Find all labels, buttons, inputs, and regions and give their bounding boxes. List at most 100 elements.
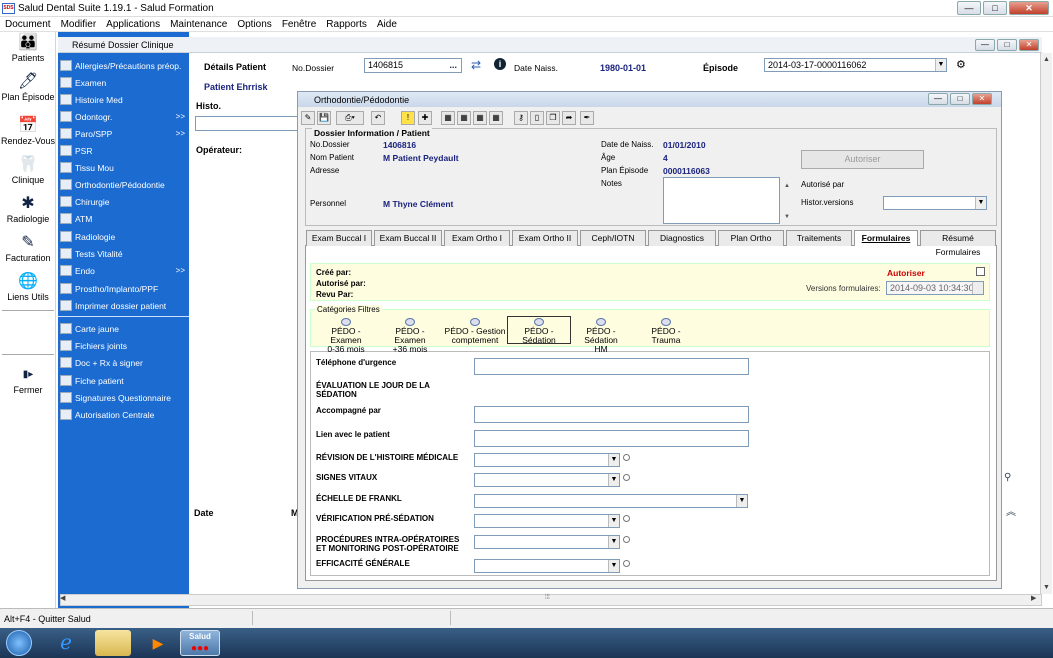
- start-button-icon[interactable]: [6, 630, 32, 656]
- clinical-menu-item[interactable]: Imprimer dossier patient: [58, 297, 189, 314]
- clinical-menu-item[interactable]: Odontogr. >>: [58, 108, 189, 125]
- form-select[interactable]: ▼: [474, 535, 620, 549]
- filter-item[interactable]: PÉDO - Gestion comptement: [444, 318, 506, 345]
- edit-icon[interactable]: ✎: [301, 111, 315, 125]
- menu-6[interactable]: Rapports: [321, 19, 372, 30]
- clinical-menu-item[interactable]: Signatures Questionnaire: [58, 389, 189, 406]
- clinical-menu-item[interactable]: Radiologie: [58, 228, 189, 245]
- print-icon[interactable]: ⎙▾: [336, 111, 364, 125]
- dialog-maximize-button[interactable]: □: [950, 93, 970, 105]
- refresh-icon[interactable]: ⇄: [471, 58, 481, 72]
- save-icon[interactable]: 💾: [317, 111, 331, 125]
- menu-0[interactable]: Document: [0, 19, 56, 30]
- nav-facturation[interactable]: ✎ Facturation: [0, 234, 56, 263]
- undo-icon[interactable]: ↶: [371, 111, 385, 125]
- form-radio[interactable]: [623, 454, 630, 461]
- form-text-input[interactable]: [474, 358, 749, 375]
- tab-exam-ortho-i[interactable]: Exam Ortho I: [444, 230, 510, 246]
- clinical-menu-item[interactable]: Allergies/Précautions préop.: [58, 57, 189, 74]
- clinical-menu-item[interactable]: Prostho/Implanto/PPF: [58, 280, 189, 297]
- scroll-right-icon[interactable]: ▶: [1031, 594, 1036, 602]
- folder-icon[interactable]: [95, 630, 131, 656]
- tab-plan-ortho[interactable]: Plan Ortho: [718, 230, 784, 246]
- scroll-down-icon[interactable]: ▼: [1043, 584, 1050, 591]
- nodossier-input[interactable]: 1406815...: [364, 58, 462, 73]
- notes-textarea[interactable]: [663, 177, 780, 224]
- nav-plan-episode[interactable]: 🖊 Plan Épisode: [0, 73, 56, 102]
- form-radio[interactable]: [623, 536, 630, 543]
- tab-traitements[interactable]: Traitements: [786, 230, 852, 246]
- collapse-icon[interactable]: ︽: [1006, 503, 1016, 518]
- clinical-menu-item[interactable]: Tests Vitalité: [58, 245, 189, 262]
- grid3-icon[interactable]: ▦: [473, 111, 487, 125]
- form-text-input[interactable]: [474, 430, 749, 447]
- clinical-menu-item[interactable]: Paro/SPP >>: [58, 125, 189, 142]
- scroll-up-icon[interactable]: ▲: [1043, 56, 1050, 63]
- media-player-icon[interactable]: ▶: [140, 630, 176, 656]
- info-icon[interactable]: i: [494, 58, 506, 70]
- menu-1[interactable]: Modifier: [56, 19, 102, 30]
- form-select[interactable]: ▼: [474, 453, 620, 467]
- menu-5[interactable]: Fenêtre: [277, 19, 321, 30]
- form-text-input[interactable]: [474, 406, 749, 423]
- histor-versions-select[interactable]: ▼: [883, 196, 987, 210]
- nav-clinique[interactable]: 🦷 Clinique: [0, 156, 56, 185]
- menu-2[interactable]: Applications: [101, 19, 165, 30]
- document-icon[interactable]: ▯: [530, 111, 544, 125]
- add-icon[interactable]: ✚: [418, 111, 432, 125]
- clinical-menu-item[interactable]: Carte jaune: [58, 320, 189, 337]
- filter-item[interactable]: PÉDO - Examen +36 mois: [380, 318, 440, 354]
- search-icon[interactable]: ⚲: [1004, 472, 1011, 483]
- note-icon[interactable]: !: [401, 111, 415, 125]
- minimize-button[interactable]: —: [957, 1, 981, 15]
- clinical-menu-item[interactable]: Orthodontie/Pédodontie: [58, 176, 189, 193]
- dialog-close-button[interactable]: ✕: [972, 93, 992, 105]
- form-select[interactable]: ▼: [474, 559, 620, 573]
- dialog-minimize-button[interactable]: —: [928, 93, 948, 105]
- form-radio[interactable]: [623, 560, 630, 567]
- form-select[interactable]: ▼: [474, 494, 748, 508]
- grid4-icon[interactable]: ▦: [489, 111, 503, 125]
- tab-diagnostics[interactable]: Diagnostics: [648, 230, 716, 246]
- taskbar-salud-button[interactable]: Salud ●●●: [180, 630, 220, 656]
- tab-exam-buccal-ii[interactable]: Exam Buccal II: [374, 230, 442, 246]
- episode-select[interactable]: 2014-03-17-0000116062 ▼: [764, 58, 947, 72]
- grid-icon[interactable]: ▦: [441, 111, 455, 125]
- form-radio[interactable]: [623, 515, 630, 522]
- clinical-menu-item[interactable]: Doc + Rx à signer: [58, 354, 189, 371]
- main-minimize-button[interactable]: —: [975, 39, 995, 51]
- filter-item[interactable]: PÉDO - Sédation: [507, 316, 571, 345]
- nav-rendez-vous[interactable]: 📅 Rendez-Vous: [0, 117, 56, 146]
- scroll-left-icon[interactable]: ◀: [60, 594, 65, 602]
- scroll-thumb-icon[interactable]: ⦙⦙⦙: [545, 594, 550, 602]
- clinical-menu-item[interactable]: ATM: [58, 210, 189, 227]
- clinical-menu-item[interactable]: Fiche patient: [58, 372, 189, 389]
- main-maximize-button[interactable]: □: [997, 39, 1017, 51]
- clinical-menu-item[interactable]: PSR: [58, 142, 189, 159]
- clinical-menu-item[interactable]: Examen: [58, 74, 189, 91]
- tools-icon[interactable]: ⚙: [956, 58, 966, 71]
- clinical-menu-item[interactable]: Endo >>: [58, 262, 189, 279]
- forward-icon[interactable]: ➦: [562, 111, 576, 125]
- form-select[interactable]: ▼: [474, 473, 620, 487]
- nav-fermer[interactable]: ▮▸ Fermer: [0, 366, 56, 395]
- clinical-menu-item[interactable]: Histoire Med: [58, 91, 189, 108]
- versions-select[interactable]: 2014-09-03 10:34:30: [886, 281, 984, 295]
- tab-ceph-iotn[interactable]: Ceph/IOTN: [580, 230, 646, 246]
- vertical-scrollbar[interactable]: [1040, 53, 1052, 594]
- clinical-menu-item[interactable]: Chirurgie: [58, 193, 189, 210]
- tab-exam-buccal-i[interactable]: Exam Buccal I: [306, 230, 372, 246]
- autoriser-button[interactable]: Autoriser: [801, 150, 924, 169]
- ie-icon[interactable]: ℯ: [48, 630, 84, 656]
- key-icon[interactable]: ⚷: [514, 111, 528, 125]
- tab-formulaires[interactable]: Formulaires: [854, 230, 918, 246]
- pen-icon[interactable]: ✒: [580, 111, 594, 125]
- filter-item[interactable]: PÉDO - Trauma: [636, 318, 696, 345]
- scroll-up-icon[interactable]: ▲: [784, 183, 790, 189]
- tab-exam-ortho-ii[interactable]: Exam Ortho II: [512, 230, 578, 246]
- copy-icon[interactable]: ❐: [546, 111, 560, 125]
- nav-patients[interactable]: 👪 Patients: [0, 34, 56, 63]
- filter-item[interactable]: PÉDO - Sédation HM: [570, 318, 632, 354]
- filter-item[interactable]: PÉDO - Examen 0-36 mois: [316, 318, 376, 354]
- nav-radiologie[interactable]: ✱ Radiologie: [0, 195, 56, 224]
